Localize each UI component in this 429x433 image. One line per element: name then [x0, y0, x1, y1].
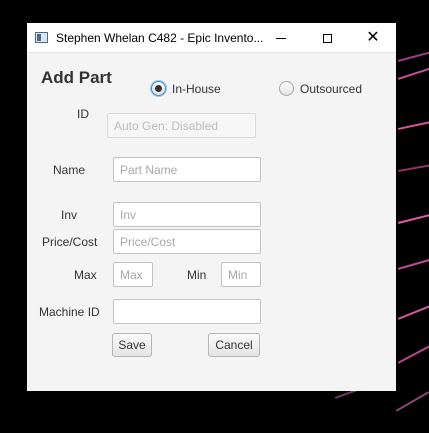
radio-in-house[interactable]: In-House	[151, 81, 221, 96]
background-streak	[397, 257, 429, 270]
background-streak	[397, 303, 429, 320]
background-streak	[397, 119, 429, 130]
background-streak	[397, 49, 429, 62]
radio-in-house-indicator[interactable]	[151, 81, 166, 96]
inv-field[interactable]	[113, 202, 261, 227]
title-bar[interactable]: Stephen Whelan C482 - Epic Invento... ✕	[27, 23, 396, 53]
maximize-button[interactable]	[304, 23, 350, 53]
max-label: Max	[74, 268, 97, 282]
background-streak	[397, 163, 429, 172]
price-cost-field[interactable]	[113, 229, 261, 254]
id-field	[107, 113, 256, 138]
max-field[interactable]	[113, 262, 153, 287]
price-cost-label: Price/Cost	[42, 235, 98, 249]
minimize-button[interactable]	[258, 23, 304, 53]
page-title: Add Part	[41, 68, 112, 87]
background-streak	[397, 212, 429, 224]
background-streak	[397, 65, 429, 80]
background-streak	[395, 391, 429, 412]
cancel-button[interactable]: Cancel	[208, 333, 260, 357]
close-icon: ✕	[366, 29, 380, 46]
background-streak	[397, 343, 429, 364]
minimize-icon	[276, 37, 286, 39]
radio-outsourced[interactable]: Outsourced	[279, 81, 362, 96]
add-part-window: Stephen Whelan C482 - Epic Invento... ✕ …	[27, 23, 396, 391]
id-label: ID	[77, 107, 89, 121]
radio-in-house-label[interactable]: In-House	[172, 82, 221, 96]
close-button[interactable]: ✕	[350, 23, 396, 53]
window-title: Stephen Whelan C482 - Epic Invento...	[56, 31, 264, 45]
min-label: Min	[187, 268, 207, 282]
machine-id-field[interactable]	[113, 299, 261, 324]
name-label: Name	[53, 163, 86, 177]
inv-label: Inv	[61, 208, 78, 222]
maximize-icon	[322, 33, 332, 43]
radio-outsourced-label[interactable]: Outsourced	[300, 82, 362, 96]
min-field[interactable]	[221, 262, 261, 287]
save-button[interactable]: Save	[112, 333, 152, 357]
app-icon	[35, 32, 48, 43]
radio-outsourced-indicator[interactable]	[279, 81, 294, 96]
machine-id-label: Machine ID	[39, 305, 100, 319]
name-field[interactable]	[113, 157, 261, 182]
